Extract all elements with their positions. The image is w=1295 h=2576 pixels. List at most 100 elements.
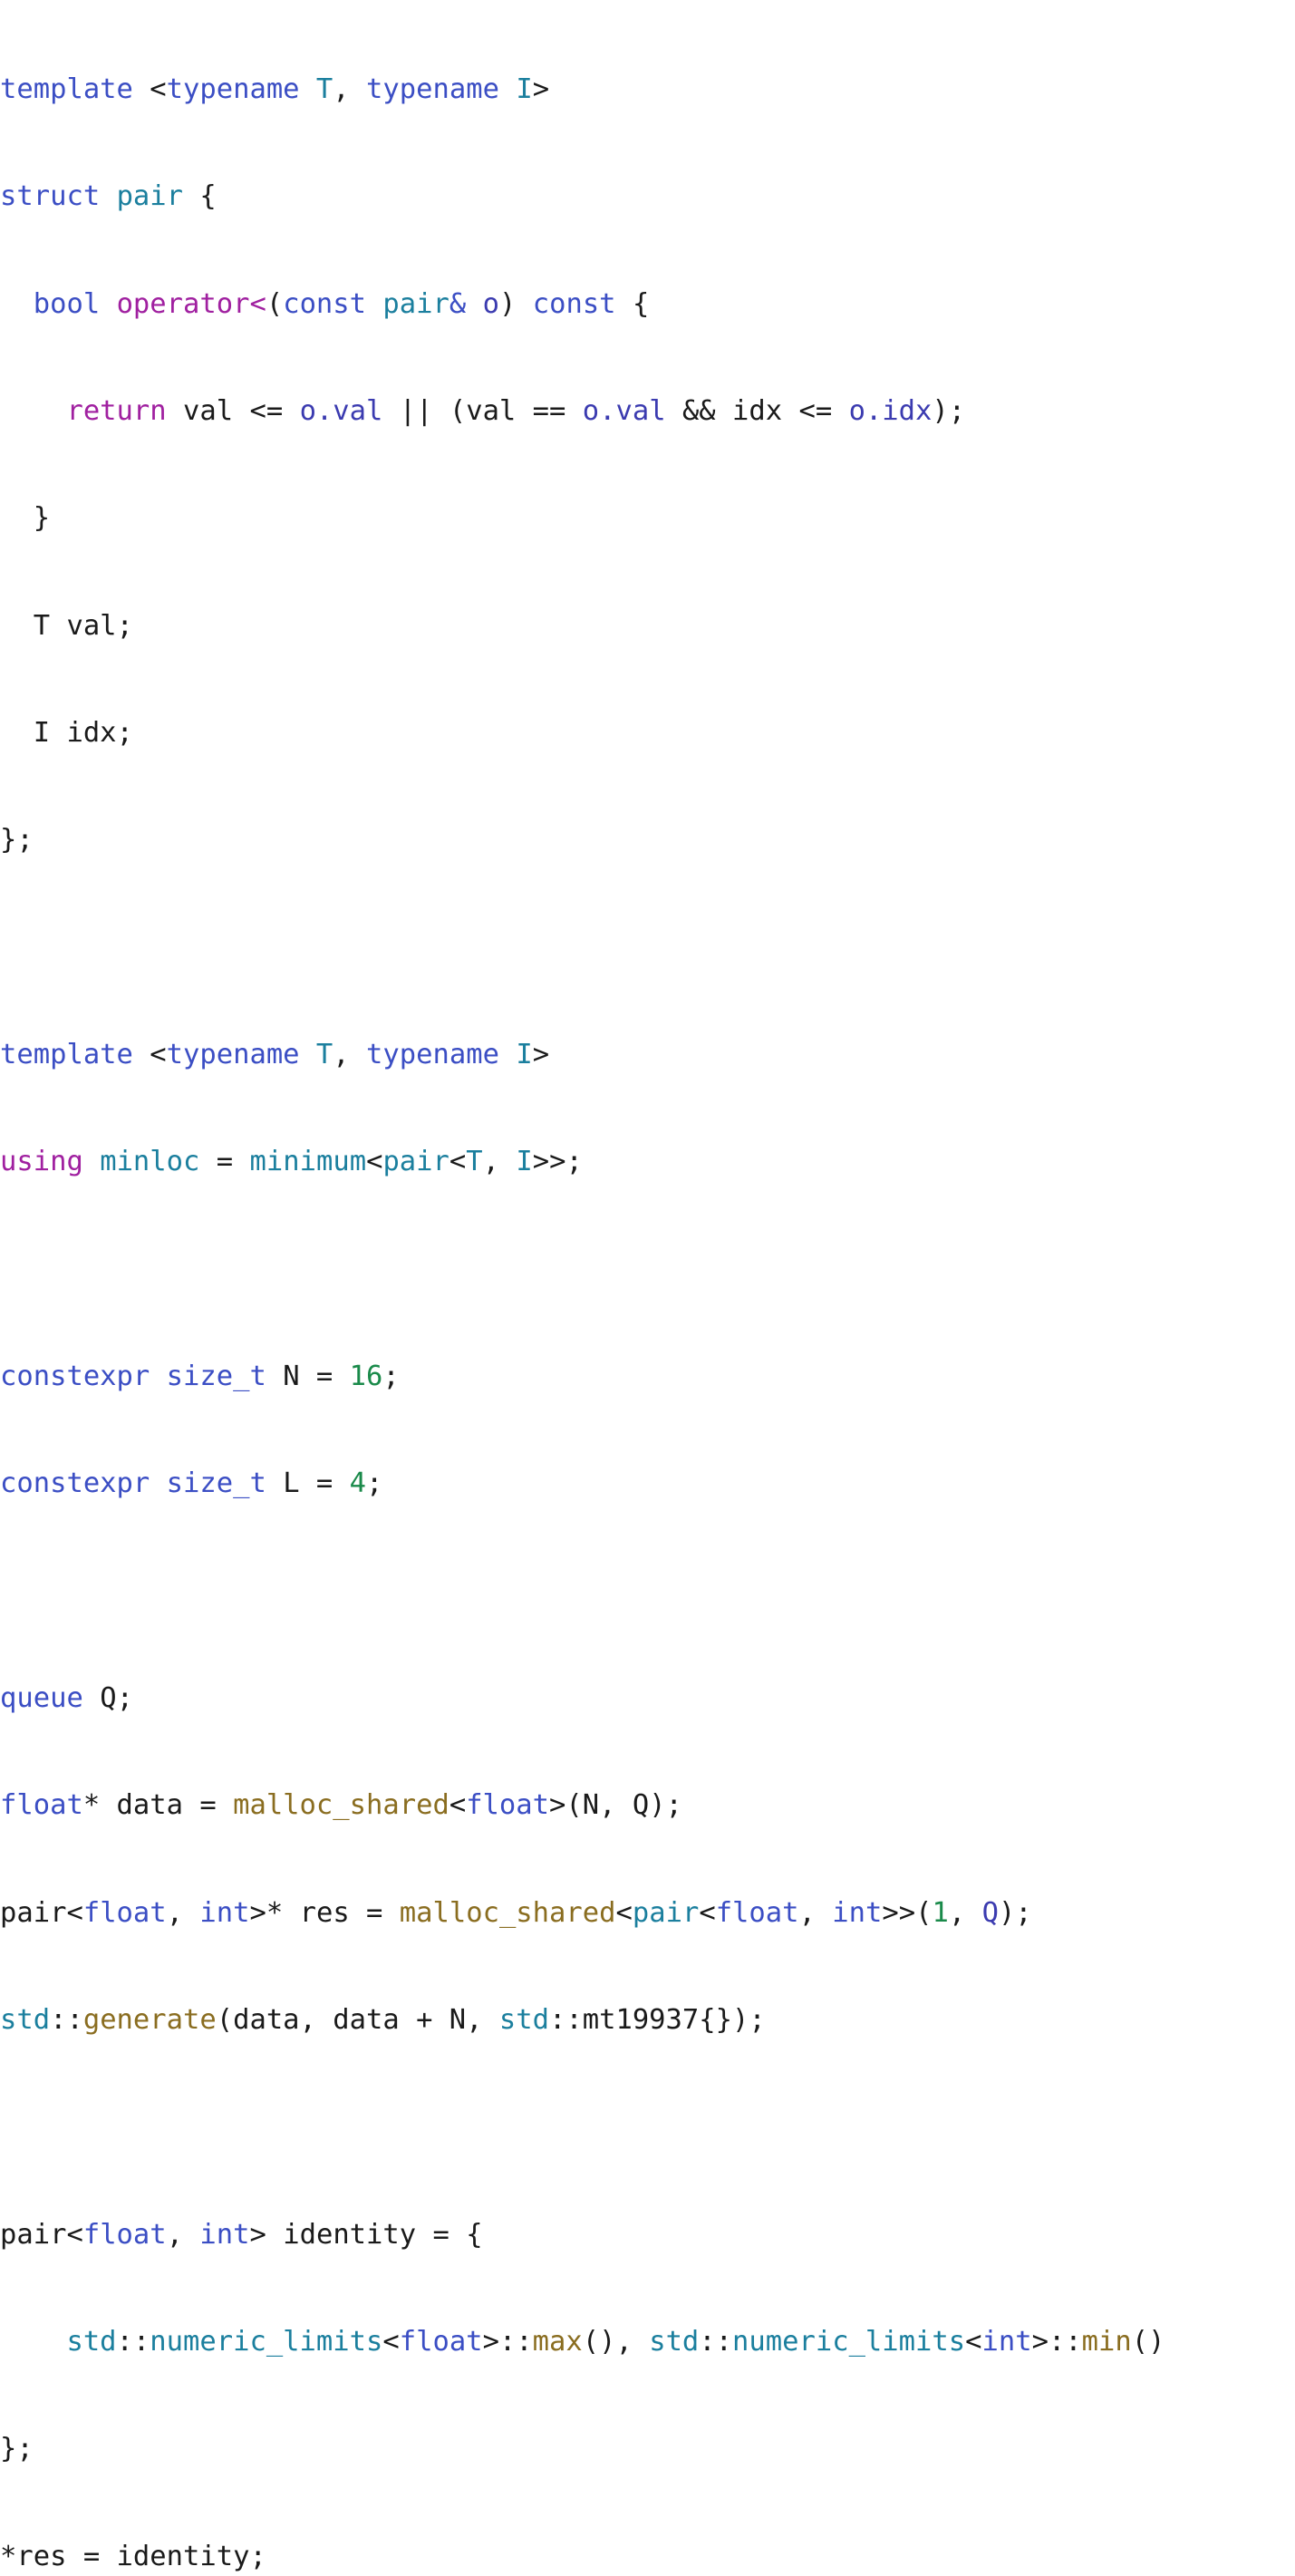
token-plain: ); — [932, 394, 966, 427]
token-function: generate — [82, 2004, 217, 2037]
token-keyword: size_t — [166, 1361, 266, 1393]
token-keyword: typename — [166, 1039, 300, 1070]
code-line: I idx; — [0, 715, 1295, 751]
token-keyword: float — [466, 1789, 550, 1822]
code-line: constexpr size_t L = 4; — [0, 1466, 1295, 1501]
token-namespace: std — [498, 2004, 549, 2037]
code-line: }; — [0, 2431, 1295, 2466]
code-line: using minloc = minimum<pair<T, I>>; — [0, 1144, 1295, 1179]
token-keyword: & — [449, 287, 467, 320]
token-plain: ::mt19937{}); — [549, 2004, 766, 2037]
token-namespace: std — [0, 2004, 51, 2037]
token-plain: Q; — [100, 1682, 133, 1715]
token-plain: >* res = — [249, 1896, 400, 1929]
token-plain: ( — [266, 287, 284, 320]
token-type: pair — [382, 1146, 449, 1178]
token-type: pair — [382, 287, 449, 320]
token-plain: }; — [0, 824, 34, 857]
code-line: template <typename T, typename I> — [0, 73, 550, 105]
code-line: template <typename T, typename I> — [0, 1039, 550, 1070]
token-plain: (), — [582, 2326, 650, 2358]
token-type: I — [516, 73, 533, 105]
token-keyword: float — [715, 1896, 799, 1929]
token-plain: val <= — [183, 394, 300, 427]
code-line: queue Q; — [0, 1680, 1295, 1716]
token-variable: o.idx — [848, 394, 933, 427]
token-plain: ; — [366, 1467, 383, 1500]
token-keyword: queue — [0, 1682, 83, 1715]
token-keyword: float — [399, 2326, 483, 2358]
token-plain: ) — [498, 287, 517, 320]
token-plain: , — [333, 73, 350, 105]
token-plain: , — [798, 1896, 816, 1929]
token-plain: L = — [283, 1467, 350, 1500]
token-function: malloc_shared — [399, 1896, 616, 1929]
code-line: *res = identity; — [0, 2539, 1295, 2574]
token-plain: :: — [116, 2326, 150, 2358]
code-line: } — [0, 500, 1295, 536]
token-keyword: int — [981, 2326, 1032, 2358]
token-plain: I idx; — [33, 716, 133, 749]
token-plain: () — [1131, 2326, 1165, 2358]
token-plain: < — [699, 1896, 716, 1929]
token-number: 1 — [932, 1896, 949, 1929]
token-function: min — [1081, 2326, 1132, 2358]
token-type: numeric_limits — [732, 2326, 966, 2358]
token-keyword: template — [0, 1039, 133, 1070]
token-plain: , — [948, 1896, 982, 1929]
token-plain: *res = identity; — [0, 2540, 266, 2572]
token-keyword: int — [832, 1896, 883, 1929]
token-plain: < — [449, 1146, 467, 1178]
token-keyword: typename — [166, 73, 300, 105]
code-line: pair<float, int> identity = { — [0, 2217, 1295, 2252]
code-line: return val <= o.val || (val == o.val && … — [0, 393, 1295, 429]
code-line: T val; — [0, 608, 1295, 644]
token-namespace: std — [649, 2326, 700, 2358]
token-plain: >:: — [1031, 2326, 1082, 2358]
token-operator-keyword: operator< — [116, 287, 266, 320]
code-line: struct pair { — [0, 179, 1295, 214]
code-listing: template <typename T, typename I> struct… — [0, 0, 1295, 2576]
token-function: max — [532, 2326, 583, 2358]
token-keyword: float — [0, 1789, 83, 1822]
token-plain: N = — [283, 1361, 350, 1393]
token-keyword: float — [82, 1896, 167, 1929]
token-plain: , — [333, 1039, 350, 1070]
code-line: std::generate(data, data + N, std::mt199… — [0, 2002, 1295, 2038]
token-keyword: bool — [33, 287, 101, 320]
token-plain: * data = — [82, 1789, 234, 1822]
token-keyword: float — [82, 2218, 167, 2251]
token-plain: :: — [50, 2004, 83, 2037]
token-type: pair — [632, 1896, 700, 1929]
token-plain: >:: — [482, 2326, 533, 2358]
token-plain: pair< — [0, 1896, 83, 1929]
token-keyword: template — [0, 73, 133, 105]
token-plain: pair< — [0, 2218, 83, 2251]
token-type: numeric_limits — [150, 2326, 383, 2358]
token-control-keyword: using — [0, 1146, 83, 1178]
token-plain: ; — [382, 1361, 400, 1393]
token-keyword: int — [199, 2218, 250, 2251]
token-type: T — [315, 1039, 333, 1070]
code-line: constexpr size_t N = 16; — [0, 1359, 1295, 1394]
token-plain: T val; — [33, 609, 133, 642]
token-plain: :: — [699, 2326, 733, 2358]
token-keyword: constexpr — [0, 1467, 150, 1500]
token-keyword: const — [532, 287, 616, 320]
token-plain: { — [199, 180, 217, 213]
token-plain: > identity = { — [249, 2218, 483, 2251]
token-plain: }; — [0, 2433, 34, 2465]
token-plain: , — [482, 1146, 500, 1178]
token-plain: { — [632, 287, 650, 320]
token-type: I — [516, 1039, 533, 1070]
token-plain: < — [382, 2326, 400, 2358]
token-function: malloc_shared — [233, 1789, 449, 1822]
token-type: minimum — [249, 1146, 367, 1178]
code-line: }; — [0, 822, 1295, 857]
token-plain: < — [965, 2326, 982, 2358]
token-plain: >>; — [532, 1146, 583, 1178]
